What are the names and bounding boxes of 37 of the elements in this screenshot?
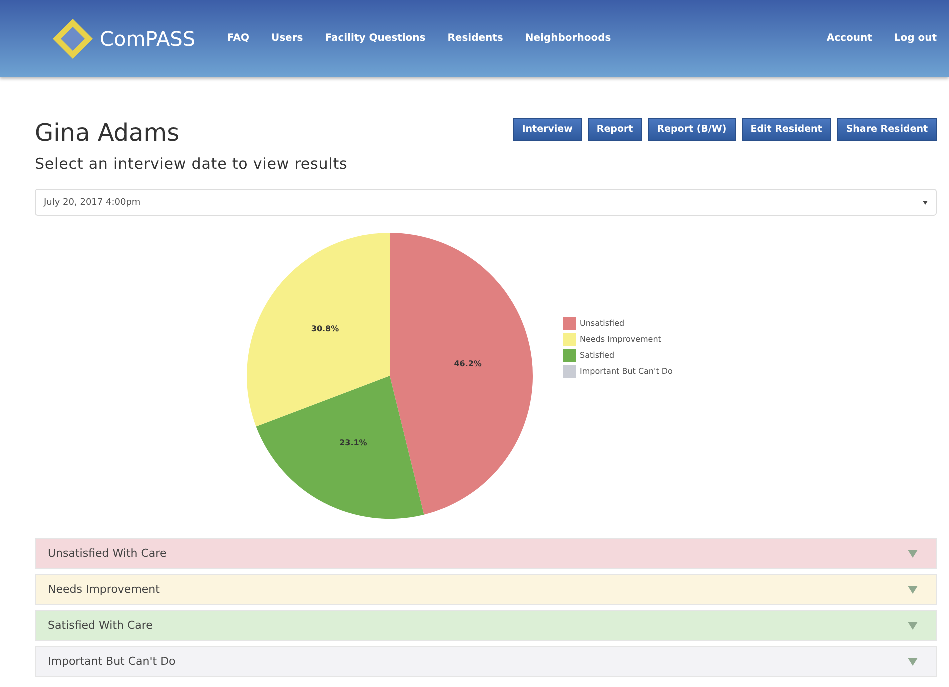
legend-swatch: [563, 364, 576, 378]
resident-name: Gina Adams: [35, 119, 181, 147]
legend-swatch: [563, 332, 576, 346]
accordion-header[interactable]: Unsatisfied With Care: [35, 538, 937, 569]
legend-label: Unsatisfied: [580, 318, 625, 328]
legend-swatch: [563, 316, 576, 330]
accordion-header[interactable]: Needs Improvement: [35, 574, 937, 605]
accordion-header[interactable]: Satisfied With Care: [35, 610, 937, 641]
action-button[interactable]: Edit Resident: [742, 118, 832, 141]
nav-link[interactable]: FAQ: [228, 33, 250, 44]
nav-link[interactable]: Users: [271, 33, 304, 44]
caret-icon: [908, 658, 918, 666]
caret-icon: [908, 622, 918, 630]
legend-label: Needs Improvement: [580, 334, 662, 344]
action-button[interactable]: Report (B/W): [648, 118, 736, 141]
caret-icon: [923, 200, 928, 204]
nav-link[interactable]: Neighborhoods: [525, 33, 612, 44]
compass-logo-icon: [52, 18, 94, 60]
legend-label: Satisfied: [580, 350, 615, 360]
nav-link[interactable]: Facility Questions: [325, 33, 426, 44]
caret-icon: [908, 586, 918, 594]
nav-link[interactable]: Log out: [894, 33, 937, 44]
slice-label: 23.1%: [340, 438, 368, 448]
action-button[interactable]: Interview: [513, 118, 582, 141]
brand-logo[interactable]: ComPASS: [52, 18, 196, 60]
subtitle: Select an interview date to view results: [35, 155, 348, 173]
legend-swatch: [563, 348, 576, 362]
date-select[interactable]: July 20, 2017 4:00pm: [35, 189, 937, 216]
action-button[interactable]: Report: [588, 118, 642, 141]
slice-label: 30.8%: [311, 324, 340, 334]
action-button[interactable]: Share Resident: [837, 118, 937, 141]
accordion-header[interactable]: Important But Can't Do: [35, 646, 937, 677]
legend-label: Important But Can't Do: [580, 366, 673, 376]
nav-link[interactable]: Account: [826, 33, 872, 44]
slice-label: 46.2%: [454, 360, 482, 369]
nav-link[interactable]: Residents: [448, 33, 504, 44]
caret-icon: [908, 550, 918, 558]
